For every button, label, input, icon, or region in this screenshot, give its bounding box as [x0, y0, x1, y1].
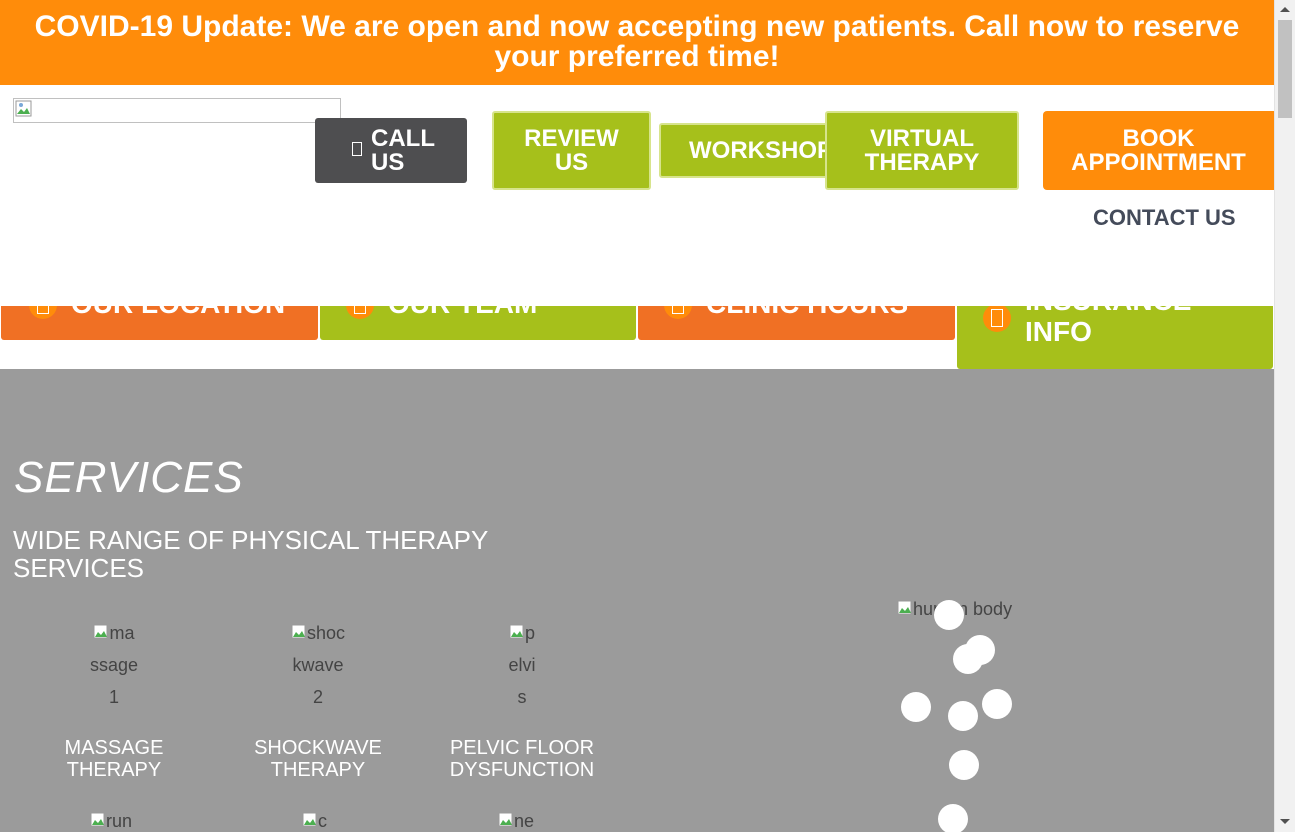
running-image[interactable]: run	[90, 805, 150, 832]
virtual-therapy-button[interactable]: VIRTUAL THERAPY	[825, 111, 1019, 190]
site-logo[interactable]	[13, 98, 341, 123]
image-alt: 2	[312, 687, 323, 707]
body-hotspot[interactable]	[901, 692, 931, 722]
scroll-thumb[interactable]	[1278, 20, 1292, 118]
service-name: PELVIC FLOOR	[449, 737, 595, 759]
service-pelvic-floor[interactable]: PELVIC FLOOR DYSFUNCTION	[422, 737, 622, 781]
book-appointment-button[interactable]: BOOK APPOINTMENT	[1043, 111, 1274, 190]
broken-image-icon	[15, 100, 32, 117]
service-name: MASSAGE	[64, 737, 164, 759]
shockwave-image[interactable]: shoc kwave 2	[278, 617, 358, 713]
call-us-label: CALL US	[371, 124, 435, 176]
service-image-ne[interactable]: ne	[498, 805, 548, 832]
image-alt: ne	[514, 811, 535, 831]
services-section: SERVICES WIDE RANGE OF PHYSICAL THERAPY …	[0, 369, 1274, 832]
broken-image-icon	[897, 600, 912, 615]
body-hotspot[interactable]	[948, 701, 978, 731]
image-alt: p	[524, 623, 535, 643]
page: OUR LOCATION OUR TEAM CLINIC HOURS INSUR…	[0, 0, 1295, 832]
body-hotspot[interactable]	[938, 804, 968, 832]
phone-icon	[352, 142, 362, 156]
image-alt: ssage	[89, 655, 139, 675]
call-us-button[interactable]: CALL US	[315, 118, 467, 183]
body-hotspot[interactable]	[949, 750, 979, 780]
image-alt: shoc	[306, 623, 346, 643]
image-alt: c	[318, 811, 327, 831]
vertical-scrollbar[interactable]	[1274, 0, 1295, 832]
broken-image-icon	[302, 812, 317, 827]
scroll-up-icon[interactable]	[1280, 7, 1290, 12]
body-hotspot[interactable]	[982, 689, 1012, 719]
tab-label: INFO	[1025, 316, 1092, 347]
nav-contact-label: CONTACT US	[1093, 205, 1236, 227]
image-alt: s	[517, 687, 527, 707]
service-name: THERAPY	[66, 759, 162, 781]
site-header: CALL US REVIEW US WORKSHOP VIRTUAL THERA…	[0, 85, 1274, 306]
service-shockwave-therapy[interactable]: SHOCKWAVE THERAPY	[218, 737, 418, 781]
image-alt: 1	[108, 687, 119, 707]
broken-image-icon	[90, 812, 105, 827]
services-subtitle: WIDE RANGE OF PHYSICAL THERAPY SERVICES	[13, 525, 488, 583]
nav-contact-us[interactable]: CONTACT US	[1093, 197, 1253, 227]
image-alt: run	[106, 811, 133, 831]
body-hotspot[interactable]	[953, 644, 983, 674]
image-alt: ma	[109, 623, 135, 643]
broken-image-icon	[498, 812, 513, 827]
insurance-icon	[983, 304, 1011, 332]
broken-image-icon	[93, 624, 108, 639]
broken-image-icon	[509, 624, 524, 639]
massage-image[interactable]: ma ssage 1	[74, 617, 154, 713]
image-alt: kwave	[292, 655, 344, 675]
broken-image-icon	[291, 624, 306, 639]
service-name: DYSFUNCTION	[449, 759, 595, 781]
book-appointment-label: BOOK APPOINTMENT	[1071, 124, 1246, 176]
image-alt: elvi	[508, 655, 536, 675]
workshop-label: WORKSHOP	[689, 136, 833, 164]
review-us-label: REVIEW US	[524, 124, 619, 176]
covid-banner: COVID-19 Update: We are open and now acc…	[0, 0, 1274, 85]
pelvis-image[interactable]: p elvi s	[497, 617, 547, 713]
scroll-down-icon[interactable]	[1280, 819, 1290, 824]
service-image-c[interactable]: c	[302, 805, 342, 832]
services-title: SERVICES	[14, 453, 244, 502]
virtual-therapy-label: VIRTUAL THERAPY	[864, 124, 980, 176]
workshop-button[interactable]: WORKSHOP	[659, 123, 834, 178]
service-massage-therapy[interactable]: MASSAGE THERAPY	[14, 737, 214, 781]
service-name: SHOCKWAVE	[254, 737, 382, 759]
body-hotspot[interactable]	[934, 600, 964, 630]
service-name: THERAPY	[270, 759, 366, 781]
review-us-button[interactable]: REVIEW US	[492, 111, 651, 190]
